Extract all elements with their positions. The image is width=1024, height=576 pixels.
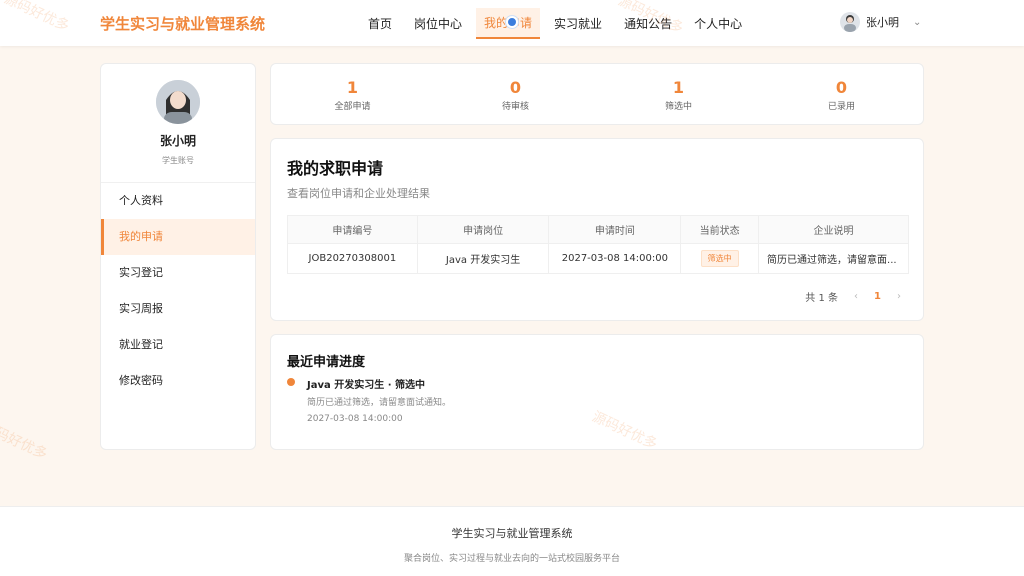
cell-position: Java 开发实习生 <box>416 243 550 274</box>
col-header-note: 企业说明 <box>758 215 909 244</box>
watermark: 源码好优多 <box>0 418 50 463</box>
progress-title: 最近申请进度 <box>287 355 366 370</box>
table-row[interactable]: JOB20270308001 Java 开发实习生 2027-03-08 14:… <box>287 243 909 274</box>
nav-internship[interactable]: 实习就业 <box>546 9 610 38</box>
top-navbar: 学生实习与就业管理系统 首页 岗位中心 我的申请 实习就业 通知公告 个人中心 … <box>0 0 1024 46</box>
sidebar-menu: 个人资料 我的申请 实习登记 实习周报 就业登记 修改密码 <box>101 183 255 399</box>
pagination: 共 1 条 ‹ 1 › <box>805 289 901 304</box>
pagination-total: 共 1 条 <box>805 293 839 304</box>
nav-my-applications[interactable]: 我的申请 <box>476 7 541 39</box>
status-badge: 筛选中 <box>700 250 739 267</box>
page-title: 我的求职申请 <box>287 159 384 178</box>
sidebar-item-change-password[interactable]: 修改密码 <box>101 363 255 399</box>
progress-item-time: 2027-03-08 14:00:00 <box>307 414 403 424</box>
nav-jobs[interactable]: 岗位中心 <box>406 9 470 38</box>
stat-pending: 0 待审核 <box>434 64 597 124</box>
sidebar-profile: 张小明 学生账号 <box>101 64 255 183</box>
timeline-dot-icon <box>287 378 295 386</box>
progress-item: Java 开发实习生 · 筛选中 简历已通过筛选，请留意面试通知。 2027-0… <box>287 376 907 424</box>
profile-role: 学生账号 <box>162 156 194 165</box>
progress-item-title: Java 开发实习生 · 筛选中 <box>307 380 425 391</box>
footer-subtitle: 聚合岗位、实习过程与就业去向的一站式校园服务平台 <box>403 554 620 564</box>
page-number[interactable]: 1 <box>874 291 881 302</box>
stat-all: 1 全部申请 <box>271 64 434 124</box>
stat-label: 全部申请 <box>334 102 371 112</box>
user-menu[interactable]: 张小明 ⌄ <box>840 12 921 32</box>
profile-name: 张小明 <box>159 134 196 148</box>
user-name: 张小明 <box>866 16 899 29</box>
profile-avatar <box>156 80 200 124</box>
cursor-dot-icon <box>506 15 519 28</box>
stat-label: 筛选中 <box>664 102 692 112</box>
stat-screening: 1 筛选中 <box>597 64 760 124</box>
cell-time: 2027-03-08 14:00:00 <box>548 243 682 274</box>
applications-table: 申请编号 申请岗位 申请时间 当前状态 企业说明 JOB20270308001 … <box>287 215 909 274</box>
col-header-status: 当前状态 <box>680 215 760 244</box>
cell-status: 筛选中 <box>680 243 760 274</box>
col-header-id: 申请编号 <box>287 215 418 244</box>
table-header-row: 申请编号 申请岗位 申请时间 当前状态 企业说明 <box>287 215 909 244</box>
cell-note: 简历已通过筛选，请留意面... <box>758 243 909 274</box>
stat-value: 1 <box>346 78 359 97</box>
stat-value: 0 <box>509 78 522 97</box>
col-header-position: 申请岗位 <box>416 215 550 244</box>
col-header-time: 申请时间 <box>548 215 682 244</box>
footer-title: 学生实习与就业管理系统 <box>451 527 573 540</box>
sidebar-item-employment-register[interactable]: 就业登记 <box>101 327 255 363</box>
applications-card: 我的求职申请 查看岗位申请和企业处理结果 申请编号 申请岗位 申请时间 当前状态… <box>270 138 924 321</box>
stat-hired: 0 已录用 <box>760 64 923 124</box>
main-nav: 首页 岗位中心 我的申请 实习就业 通知公告 个人中心 <box>360 0 750 46</box>
stat-value: 0 <box>835 78 848 97</box>
footer: 学生实习与就业管理系统 聚合岗位、实习过程与就业去向的一站式校园服务平台 <box>0 506 1024 576</box>
page-subtitle: 查看岗位申请和企业处理结果 <box>287 187 430 200</box>
progress-item-desc: 简历已通过筛选，请留意面试通知。 <box>307 398 452 408</box>
avatar <box>840 12 860 32</box>
brand-title[interactable]: 学生实习与就业管理系统 <box>100 13 265 34</box>
sidebar-item-applications[interactable]: 我的申请 <box>101 219 255 255</box>
sidebar-item-weekly-report[interactable]: 实习周报 <box>101 291 255 327</box>
nav-notices[interactable]: 通知公告 <box>616 9 680 38</box>
nav-profile[interactable]: 个人中心 <box>686 9 750 38</box>
nav-home[interactable]: 首页 <box>360 9 400 38</box>
chevron-left-icon[interactable]: ‹ <box>854 291 858 302</box>
stat-label: 已录用 <box>827 102 855 112</box>
stat-label: 待审核 <box>501 102 529 112</box>
chevron-down-icon: ⌄ <box>913 16 922 28</box>
progress-card: 最近申请进度 Java 开发实习生 · 筛选中 简历已通过筛选，请留意面试通知。… <box>270 334 924 450</box>
stat-value: 1 <box>672 78 685 97</box>
stats-card: 1 全部申请 0 待审核 1 筛选中 0 已录用 <box>270 63 924 125</box>
cell-id: JOB20270308001 <box>287 243 418 274</box>
sidebar: 张小明 学生账号 个人资料 我的申请 实习登记 实习周报 就业登记 修改密码 <box>100 63 256 450</box>
chevron-right-icon[interactable]: › <box>897 291 901 302</box>
sidebar-item-profile[interactable]: 个人资料 <box>101 183 255 219</box>
sidebar-item-internship-register[interactable]: 实习登记 <box>101 255 255 291</box>
